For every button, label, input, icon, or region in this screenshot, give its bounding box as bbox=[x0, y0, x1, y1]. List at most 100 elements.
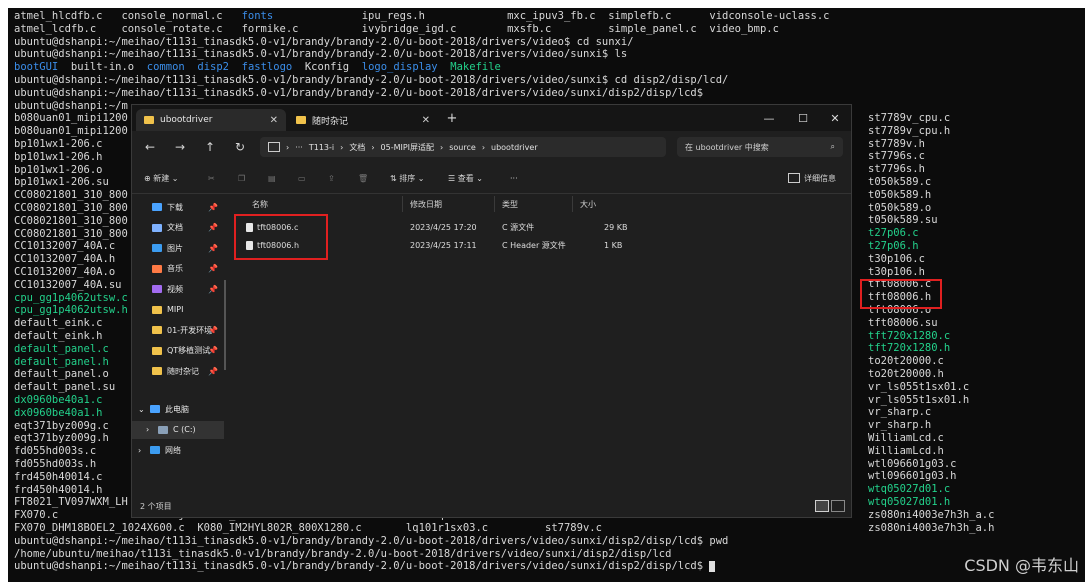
column-header-date[interactable]: 修改日期 bbox=[410, 196, 442, 212]
new-tab-button[interactable]: + bbox=[442, 107, 462, 129]
terminal-file-entry: vr_sharp.c bbox=[868, 406, 932, 419]
tab-ubootdriver[interactable]: ubootdriver ✕ bbox=[136, 109, 286, 131]
search-input[interactable]: 在 ubootdriver 中搜索 ⌕ bbox=[677, 137, 843, 157]
breadcrumb-more[interactable]: ··· bbox=[295, 143, 303, 152]
expand-chevron-icon[interactable]: › bbox=[138, 446, 148, 455]
folder-icon bbox=[296, 116, 306, 124]
tab-notes[interactable]: 随时杂记 ✕ bbox=[288, 109, 438, 131]
breadcrumb-item[interactable]: source bbox=[449, 143, 476, 152]
rename-icon[interactable]: ▭ bbox=[298, 171, 306, 185]
terminal-line: frd450h40014.c bbox=[14, 470, 103, 483]
expand-chevron-icon[interactable]: ⌄ bbox=[138, 405, 148, 414]
sidebar-item[interactable]: 01-开发环境 📌 bbox=[132, 321, 224, 339]
terminal-line: ubuntu@dshanpi:~/meihao/t113i_tinasdk5.0… bbox=[14, 534, 729, 547]
pin-icon[interactable]: 📌 bbox=[208, 367, 218, 376]
terminal-line: bp101wx1-206.c bbox=[14, 138, 103, 150]
pin-icon[interactable]: 📌 bbox=[208, 285, 218, 294]
up-icon[interactable]: ↑ bbox=[200, 138, 220, 156]
breadcrumb-item[interactable]: T113-i bbox=[309, 143, 334, 152]
copy-icon[interactable]: ❐ bbox=[238, 171, 245, 185]
view-button[interactable]: ☰ 查看 ⌄ bbox=[448, 171, 483, 185]
terminal-line: CC10132007_40A.c bbox=[14, 240, 116, 253]
details-view-icon[interactable] bbox=[815, 500, 829, 512]
terminal-file-entry: wtl096601g03.c bbox=[868, 457, 957, 470]
breadcrumb-separator: › bbox=[286, 142, 290, 152]
column-header-name[interactable]: 名称 bbox=[252, 196, 268, 212]
close-tab-icon[interactable]: ✕ bbox=[270, 115, 278, 126]
tree-item-label: 网络 bbox=[165, 445, 181, 455]
breadcrumb-item[interactable]: 文档 bbox=[349, 142, 365, 153]
drive-icon bbox=[158, 425, 168, 434]
terminal-line: default_panel.c bbox=[14, 342, 109, 355]
breadcrumb-item[interactable]: ubootdriver bbox=[491, 143, 538, 152]
expand-chevron-icon[interactable]: › bbox=[146, 425, 156, 434]
terminal-file-entry: st7789v_cpu.c bbox=[868, 112, 951, 124]
maximize-button[interactable]: ☐ bbox=[786, 107, 820, 129]
terminal-file-entry: t30p106.h bbox=[868, 265, 925, 278]
details-icon bbox=[788, 173, 800, 183]
breadcrumb[interactable]: › ··· T113-i › 文档 › 05-MIPI屏适配 › source … bbox=[260, 137, 666, 157]
terminal-file-entry: t050k589.c bbox=[868, 176, 932, 188]
network-icon bbox=[150, 446, 160, 454]
column-header-type[interactable]: 类型 bbox=[502, 196, 518, 212]
tree-item[interactable]: ⌄ 此电脑 bbox=[132, 400, 224, 418]
sidebar-item[interactable]: MIPI bbox=[132, 301, 224, 319]
column-divider bbox=[402, 196, 403, 212]
sidebar-item[interactable]: 音乐 📌 bbox=[132, 260, 224, 278]
sidebar-scrollbar[interactable] bbox=[224, 280, 226, 370]
column-divider bbox=[572, 196, 573, 212]
highlight-explorer-files bbox=[234, 214, 328, 260]
tree-item-label: C (C:) bbox=[173, 425, 196, 434]
sidebar-item[interactable]: 图片 📌 bbox=[132, 239, 224, 257]
computer-icon bbox=[150, 405, 160, 413]
terminal-file-entry: st7789v.h bbox=[868, 137, 925, 150]
terminal-file-entry: zs080ni4003e7h3h_a.c bbox=[868, 508, 995, 521]
terminal-file-entry: st7796s.c bbox=[868, 150, 925, 163]
sidebar-item[interactable]: 文档 📌 bbox=[132, 219, 224, 237]
item-count: 2 个项目 bbox=[140, 502, 172, 511]
terminal-line: cpu_gg1p4062utsw.c bbox=[14, 291, 128, 304]
tree-item[interactable]: › C (C:) bbox=[132, 420, 224, 439]
tab-label: ubootdriver bbox=[160, 115, 213, 125]
close-tab-icon[interactable]: ✕ bbox=[422, 115, 430, 126]
terminal-line: cpu_gg1p4062utsw.h bbox=[14, 304, 128, 317]
sidebar-item[interactable]: 视频 📌 bbox=[132, 280, 224, 298]
breadcrumb-item[interactable]: 05-MIPI屏适配 bbox=[381, 142, 435, 153]
sidebar-item-label: QT移植测试 bbox=[167, 346, 211, 355]
tiles-view-icon[interactable] bbox=[831, 500, 845, 512]
new-button[interactable]: ⊕ 新建 ⌄ bbox=[144, 171, 179, 185]
terminal-line: bp101wx1-206.su bbox=[14, 176, 109, 189]
share-icon[interactable]: ⇪ bbox=[328, 171, 335, 185]
refresh-icon[interactable]: ↻ bbox=[230, 138, 250, 156]
paste-icon[interactable]: ▤ bbox=[268, 171, 276, 185]
file-date: 2023/4/25 17:11 bbox=[410, 240, 477, 250]
pin-icon[interactable]: 📌 bbox=[208, 244, 218, 253]
pin-icon[interactable]: 📌 bbox=[208, 223, 218, 232]
back-icon[interactable]: ← bbox=[140, 138, 160, 156]
terminal-line: CC08021801_310_800 bbox=[14, 227, 128, 240]
terminal-cursor bbox=[709, 560, 716, 572]
pin-icon[interactable]: 📌 bbox=[208, 346, 218, 355]
forward-icon[interactable]: → bbox=[170, 138, 190, 156]
file-explorer-window[interactable]: ubootdriver ✕ 随时杂记 ✕ + — ☐ ✕ ← → ↑ ↻ › ·… bbox=[131, 104, 852, 518]
column-header-size[interactable]: 大小 bbox=[580, 196, 596, 212]
minimize-button[interactable]: — bbox=[752, 107, 786, 129]
sidebar-item[interactable]: QT移植测试 📌 bbox=[132, 342, 224, 360]
sort-button[interactable]: ⇅ 排序 ⌄ bbox=[390, 171, 425, 185]
terminal-file-entry: vr_ls055t1sx01.c bbox=[868, 380, 970, 393]
terminal-line: CC10132007_40A.su bbox=[14, 278, 122, 291]
sidebar-item-label: 图片 bbox=[167, 243, 183, 253]
delete-icon[interactable]: 🗑 bbox=[358, 171, 368, 185]
close-window-button[interactable]: ✕ bbox=[818, 107, 851, 129]
details-button[interactable]: 详细信息 bbox=[788, 171, 836, 185]
sidebar-item[interactable]: 随时杂记 📌 bbox=[132, 362, 224, 380]
more-button[interactable]: ··· bbox=[510, 171, 518, 185]
tree-item[interactable]: › 网络 bbox=[132, 441, 224, 459]
terminal-line: default_panel.h bbox=[14, 355, 109, 368]
sidebar-item[interactable]: 下载 📌 bbox=[132, 198, 224, 216]
document-icon bbox=[152, 223, 162, 232]
pin-icon[interactable]: 📌 bbox=[208, 326, 218, 335]
pin-icon[interactable]: 📌 bbox=[208, 264, 218, 273]
pin-icon[interactable]: 📌 bbox=[208, 203, 218, 212]
cut-icon[interactable]: ✂ bbox=[208, 171, 215, 185]
